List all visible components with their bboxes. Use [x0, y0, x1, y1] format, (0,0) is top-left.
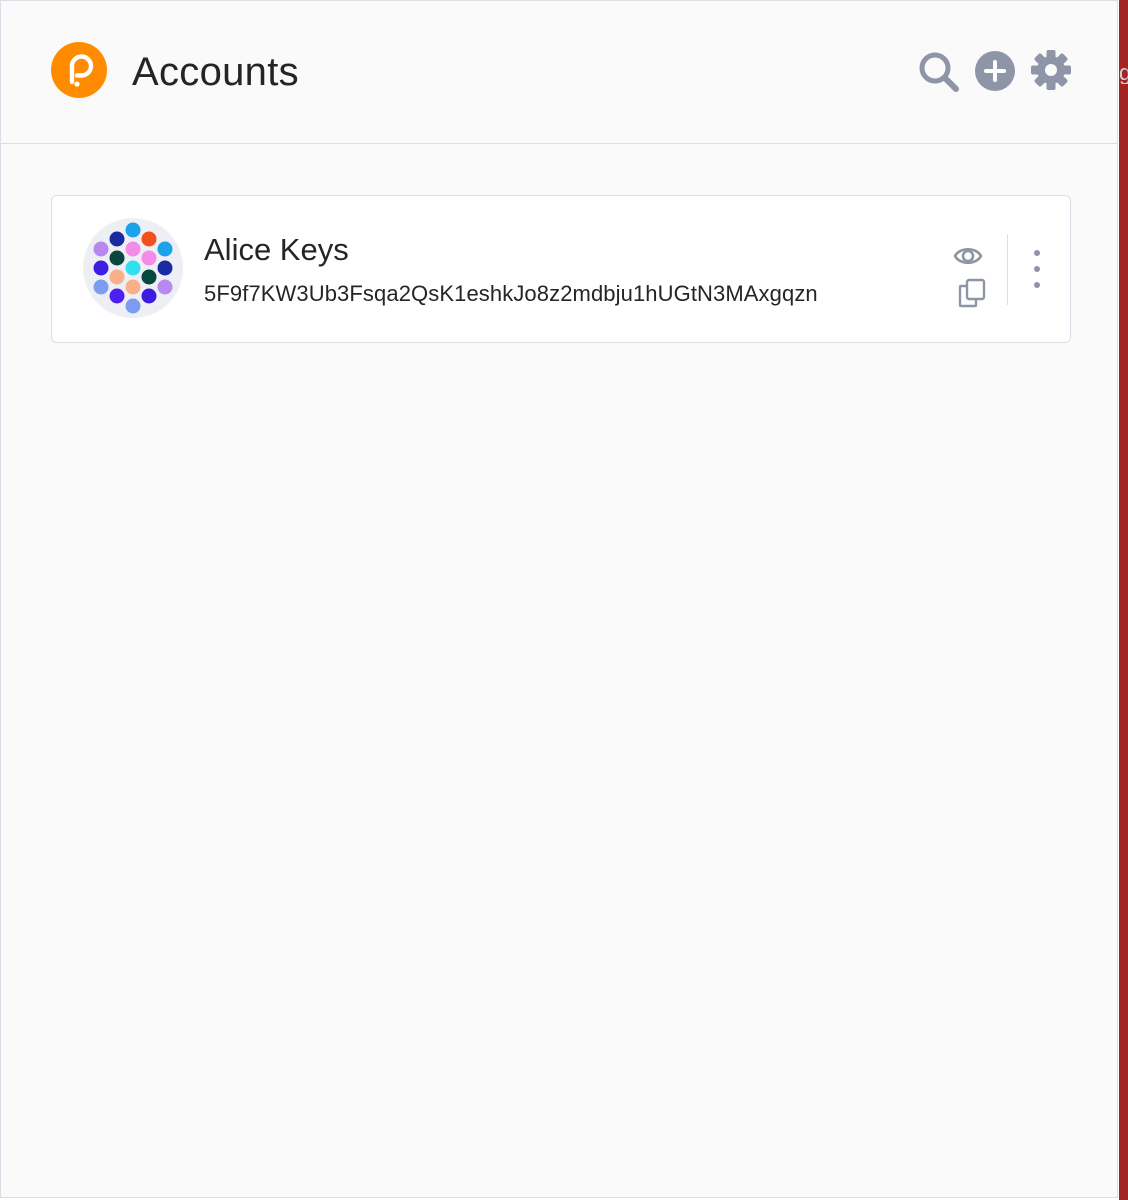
extension-popup: Accounts Alice Keys 5F9f7KW3Ub3Fsqa2QsK1…: [0, 0, 1118, 1198]
header: Accounts: [1, 1, 1117, 144]
background-window-edge: [1119, 0, 1128, 1200]
add-account-icon[interactable]: [974, 50, 1016, 92]
eye-icon[interactable]: [952, 243, 984, 269]
copy-icon[interactable]: [957, 278, 987, 308]
page-title: Accounts: [132, 50, 299, 94]
more-options-icon[interactable]: [1027, 248, 1047, 290]
card-divider: [1007, 234, 1008, 305]
settings-gear-icon[interactable]: [1030, 49, 1072, 91]
account-name: Alice Keys: [204, 232, 349, 267]
polkadot-logo-icon: [51, 42, 107, 98]
background-window-glyph: g: [1119, 62, 1128, 84]
account-address: 5F9f7KW3Ub3Fsqa2QsK1eshkJo8z2mdbju1hUGtN…: [204, 281, 818, 306]
account-card[interactable]: Alice Keys 5F9f7KW3Ub3Fsqa2QsK1eshkJo8z2…: [51, 195, 1071, 343]
search-icon[interactable]: [917, 50, 961, 94]
identicon: [83, 218, 183, 318]
